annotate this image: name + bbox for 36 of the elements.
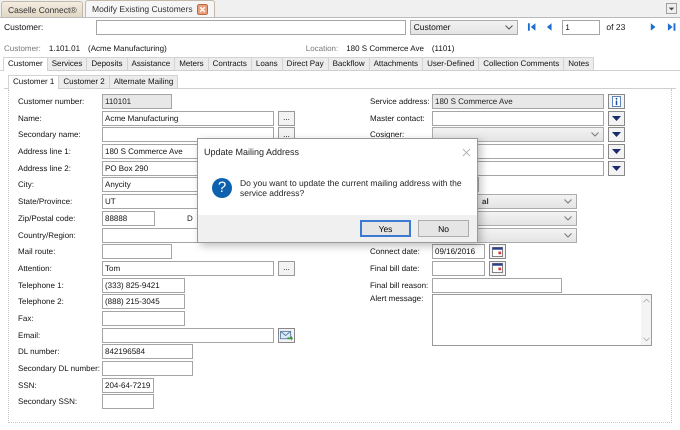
field-label: Alert message: [370,294,424,304]
question-icon: ? [212,178,232,198]
location-number: (1101) [432,44,454,52]
page-count: of 23 [606,22,626,32]
info-label: Customer: [4,44,41,52]
field-label: Secondary SSN: [18,397,78,406]
field-label: Secondary DL number: [18,364,98,373]
field-label: Zip/Postal code: [18,214,76,223]
field-label: State/Province: [18,197,74,206]
field-label: Telephone 2: [18,297,65,306]
field-label: D [187,214,193,223]
field-label: Master contact: [370,114,426,123]
field-label: Country/Region: [18,230,77,240]
info-label: Location: [306,44,338,52]
field-label: Connect date: [370,247,421,256]
location-address: 180 S Commerce Ave [346,44,424,52]
customer-number: 1.101.01 [48,44,80,52]
field-label: Cosigner: [370,130,406,140]
field-label: Telephone 1: [18,280,65,290]
field-label: Name: [18,114,43,123]
field-label: Fax: [18,314,35,323]
field-label: Final bill reason: [370,280,428,290]
customer-name: (Acme Manufacturing) [88,44,167,52]
field-label: City: [18,180,35,190]
field-label: SSN: [18,380,38,390]
field-label: DL number: [18,347,60,356]
field-label: Address line 2: [18,164,72,173]
field-label: Final bill date: [370,264,420,273]
field-label: Customer: [4,22,44,32]
field-label: Attention: [18,264,53,273]
field-label: Email: [18,330,42,340]
field-label: Customer number: [18,97,86,106]
field-label: Mail route: [18,247,56,256]
field-label: Secondary name: [18,130,82,140]
field-label: Address line 1: [18,147,72,156]
field-label: Service address: [370,97,428,106]
